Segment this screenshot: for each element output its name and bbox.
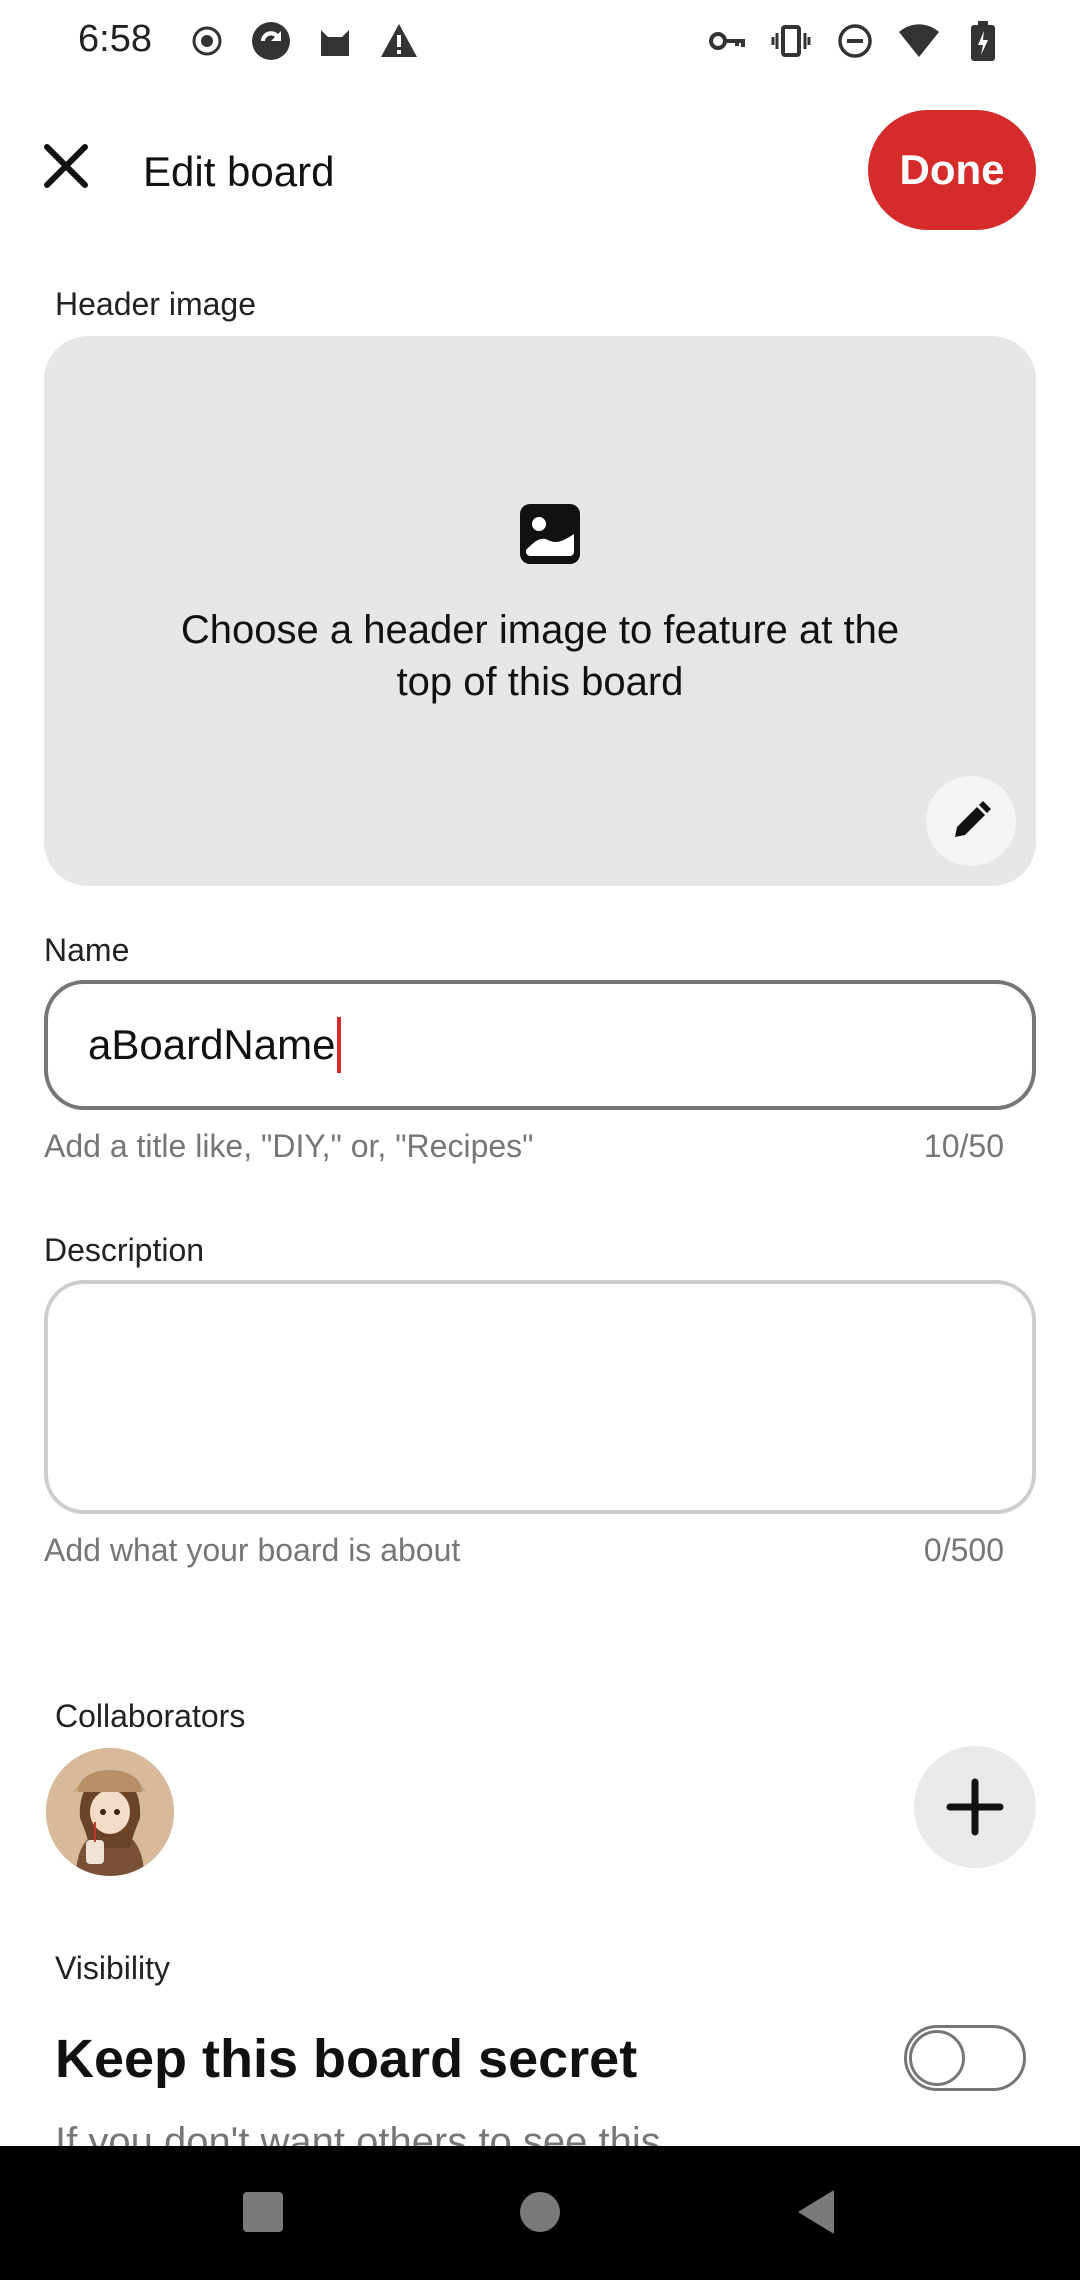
avatar-illustration [46,1748,174,1876]
name-helper-text: Add a title like, "DIY," or, "Recipes" [44,1128,534,1164]
description-label: Description [44,1232,205,1268]
status-right-icons [706,20,1004,62]
back-icon [798,2190,834,2234]
description-char-counter: 0/500 [923,1532,1004,1568]
toggle-knob [909,2030,965,2086]
home-icon [520,2192,560,2232]
cat-icon [314,20,356,62]
recents-icon [243,2192,283,2232]
header-image-picker[interactable]: Choose a header image to feature at the … [44,336,1036,886]
collaborator-avatar[interactable] [46,1748,174,1876]
plus-icon [946,1778,1004,1836]
sync-icon [250,20,292,62]
status-time: 6:58 [78,18,152,60]
collaborators-label: Collaborators [55,1698,246,1734]
description-field[interactable] [44,1280,1036,1514]
wifi-icon [898,20,940,62]
home-button[interactable] [500,2172,580,2252]
recents-button[interactable] [223,2172,303,2252]
name-char-counter: 10/50 [923,1128,1004,1164]
page-title: Edit board [143,148,335,195]
name-label: Name [44,932,130,968]
edit-board-screen: 6:58 Edit board Done Header image Choose… [0,0,1080,2280]
done-button[interactable]: Done [868,110,1036,230]
header-image-label: Header image [55,286,256,322]
visibility-label: Visibility [55,1950,170,1986]
status-bar: 6:58 [0,0,1080,88]
description-helper-text: Add what your board is about [44,1532,461,1568]
name-field[interactable]: aBoardName [44,980,1036,1110]
close-icon [44,144,88,188]
text-caret [337,1017,342,1073]
secret-title: Keep this board secret [55,2029,638,2089]
back-button[interactable] [776,2172,856,2252]
status-left-icons [186,20,420,62]
add-collaborator-button[interactable] [914,1746,1036,1868]
close-button[interactable] [34,134,98,198]
battery-icon [962,20,1004,62]
secret-toggle[interactable] [904,2025,1026,2091]
edit-header-image-button[interactable] [926,776,1016,866]
vibrate-icon [770,20,812,62]
image-icon [520,504,580,564]
system-nav-bar [0,2146,1080,2280]
warning-icon [378,20,420,62]
header-image-prompt: Choose a header image to feature at the … [180,608,900,704]
record-icon [186,20,228,62]
pencil-icon [955,801,991,837]
key-icon [706,20,748,62]
dnd-icon [834,20,876,62]
name-value: aBoardName [88,1021,336,1068]
